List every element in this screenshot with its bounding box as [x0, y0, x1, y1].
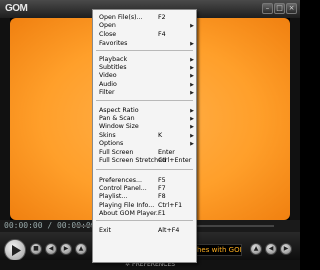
menu-item-shortcut: F8: [158, 193, 166, 200]
menu-item[interactable]: Subtitles ▶: [93, 64, 198, 72]
menu-item[interactable]: Control Panel... F7: [93, 185, 198, 193]
menu-item-label: Full Screen: [99, 149, 134, 156]
menu-item[interactable]: Close F4: [93, 31, 198, 39]
menu-item-shortcut: Enter: [158, 149, 175, 156]
submenu-arrow-icon: ▶: [190, 141, 194, 147]
play-icon: [12, 245, 21, 256]
menu-separator: [96, 220, 193, 221]
previous-button[interactable]: ◀: [45, 243, 57, 255]
submenu-arrow-icon: ▶: [190, 82, 194, 88]
menu-item[interactable]: Video ▶: [93, 72, 198, 80]
menu-item[interactable]: Window Size ▶: [93, 123, 198, 131]
minimize-button[interactable]: –: [262, 3, 273, 14]
menu-item-label: Exit: [99, 227, 111, 234]
submenu-arrow-icon: ▶: [190, 90, 194, 96]
menu-item-shortcut: F5: [158, 177, 166, 184]
menu-item-shortcut: F7: [158, 185, 166, 192]
menu-item[interactable]: Playback ▶: [93, 56, 198, 64]
menu-item-label: Open: [99, 22, 116, 29]
stop-button[interactable]: ■: [30, 243, 42, 255]
submenu-arrow-icon: ▶: [190, 41, 194, 47]
menu-item[interactable]: Full Screen Enter: [93, 149, 198, 157]
submenu-arrow-icon: ▶: [190, 65, 194, 71]
menu-item-label: Video: [99, 72, 117, 79]
frame-left: [0, 18, 10, 220]
menu-item-shortcut: F1: [158, 210, 166, 217]
menu-item[interactable]: Open File(s)... F2: [93, 14, 198, 22]
volume-up-button[interactable]: ▶: [280, 243, 292, 255]
menu-item-label: Playing File Info...: [99, 202, 155, 209]
next-button[interactable]: ▶: [60, 243, 72, 255]
menu-item[interactable]: Audio ▶: [93, 81, 198, 89]
menu-item-label: Open File(s)...: [99, 14, 143, 21]
menu-item[interactable]: Pan & Scan ▶: [93, 115, 198, 123]
maximize-button[interactable]: □: [274, 3, 285, 14]
menu-item-label: Options: [99, 140, 124, 147]
menu-item-label: Aspect Ratio: [99, 107, 139, 114]
menu-item-label: Close: [99, 31, 117, 38]
menu-item-label: Filter: [99, 89, 115, 96]
settings-button[interactable]: ▲: [250, 243, 262, 255]
close-button[interactable]: ×: [286, 3, 297, 14]
frame-right: [290, 18, 300, 220]
menu-item[interactable]: Exit Alt+F4: [93, 227, 198, 235]
menu-item-label: Full Screen Stretched: [99, 157, 167, 164]
menu-item-label: Pan & Scan: [99, 115, 135, 122]
context-menu: Open File(s)... F2 Open ▶ Close F4 Favorites ▶ P…: [92, 9, 197, 263]
menu-item-shortcut: F2: [158, 14, 166, 21]
menu-item[interactable]: Playlist... F8: [93, 193, 198, 201]
menu-item-shortcut: Ctrl+F1: [158, 202, 183, 209]
menu-item-label: Skins: [99, 132, 116, 139]
menu-item-shortcut: Alt+F4: [158, 227, 180, 234]
menu-item-label: Playback: [99, 56, 128, 63]
gom-logo: GOM: [5, 3, 28, 14]
submenu-arrow-icon: ▶: [190, 116, 194, 122]
menu-item-label: Control Panel...: [99, 185, 147, 192]
menu-item[interactable]: Full Screen Stretched Ctrl+Enter: [93, 157, 198, 165]
menu-item[interactable]: Playing File Info... Ctrl+F1: [93, 202, 198, 210]
menu-item-label: Window Size: [99, 123, 139, 130]
menu-item-label: Preferences...: [99, 177, 143, 184]
window-controls: – □ ×: [262, 3, 297, 14]
menu-item[interactable]: Skins K ▶: [93, 132, 198, 140]
submenu-arrow-icon: ▶: [190, 124, 194, 130]
menu-item[interactable]: Preferences... F5: [93, 177, 198, 185]
menu-item-label: Subtitles: [99, 64, 127, 71]
volume-down-button[interactable]: ◀: [265, 243, 277, 255]
submenu-arrow-icon: ▶: [190, 133, 194, 139]
open-file-button[interactable]: ▲: [75, 243, 87, 255]
menu-item-shortcut: K: [158, 132, 163, 139]
gom-player-window: GOM – □ × 00:00:00 / 00:00:00 ■ ◀ ▶ ▲ En…: [0, 0, 300, 270]
menu-item-label: Favorites: [99, 40, 128, 47]
menu-separator: [96, 169, 193, 170]
menu-item-label: Playlist...: [99, 193, 128, 200]
submenu-arrow-icon: ▶: [190, 57, 194, 63]
menu-item[interactable]: Aspect Ratio ▶: [93, 107, 198, 115]
menu-item-label: Audio: [99, 81, 117, 88]
menu-separator: [96, 50, 193, 51]
menu-item[interactable]: About GOM Player... F1: [93, 210, 198, 218]
menu-item-shortcut: F4: [158, 31, 166, 38]
menu-item[interactable]: Open ▶: [93, 22, 198, 30]
submenu-arrow-icon: ▶: [190, 73, 194, 79]
menu-item[interactable]: Options ▶: [93, 140, 198, 148]
menu-item-shortcut: Ctrl+Enter: [158, 157, 192, 164]
menu-separator: [96, 100, 193, 101]
menu-item-label: About GOM Player...: [99, 210, 162, 217]
menu-item[interactable]: Favorites ▶: [93, 40, 198, 48]
play-button[interactable]: [4, 239, 26, 261]
submenu-arrow-icon: ▶: [190, 23, 194, 29]
submenu-arrow-icon: ▶: [190, 108, 194, 114]
menu-item[interactable]: Filter ▶: [93, 89, 198, 97]
